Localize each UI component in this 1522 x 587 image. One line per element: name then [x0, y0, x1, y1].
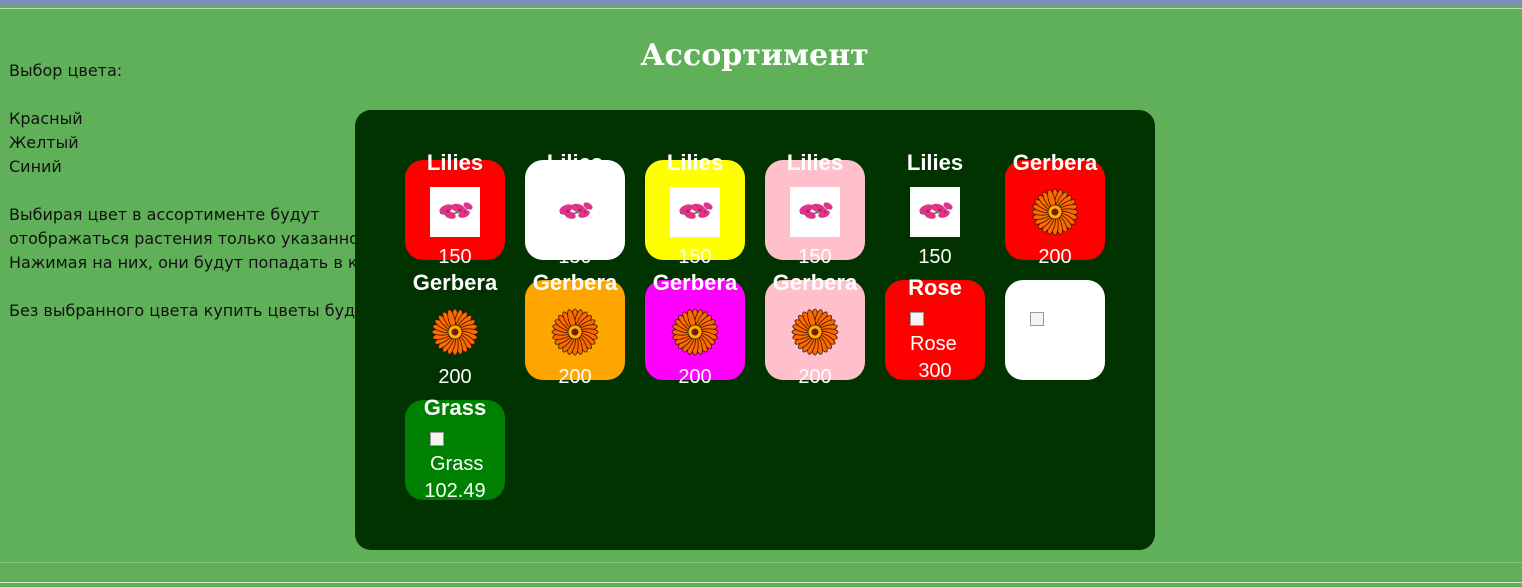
- product-name: Grass: [423, 395, 487, 420]
- lily-image: [430, 187, 480, 237]
- broken-image-icon: Rose: [910, 311, 957, 355]
- product-price: 200: [438, 366, 472, 388]
- product-price: 150: [438, 246, 472, 268]
- page-title: Ассортимент: [640, 38, 869, 73]
- product-name: Lilies: [786, 150, 844, 175]
- product-card-gerbera[interactable]: Gerbera 200: [1005, 150, 1105, 268]
- broken-image-icon: Grass: [430, 431, 483, 475]
- gerbera-image: [1030, 187, 1080, 237]
- gerbera-image: [430, 307, 480, 357]
- lily-image: [670, 187, 720, 237]
- product-card-lilies[interactable]: Lilies 150: [525, 150, 625, 268]
- product-card-lilies[interactable]: Lilies 150: [645, 150, 745, 268]
- product-card-lilies[interactable]: Lilies 150: [765, 150, 865, 268]
- product-card-rose[interactable]: Rose Rose 300: [885, 275, 985, 382]
- product-price: 102.49: [424, 480, 486, 502]
- product-price: 300: [918, 360, 952, 382]
- product-name: Gerbera: [412, 270, 498, 295]
- product-name: Rose: [908, 275, 962, 300]
- gerbera-image: [550, 307, 600, 357]
- broken-image-placeholder-icon: [430, 432, 444, 446]
- product-price: 200: [798, 366, 832, 388]
- lily-image: [550, 187, 600, 237]
- product-card-lilies[interactable]: Lilies 150: [885, 150, 985, 268]
- product-card-lilies[interactable]: Lilies 150: [405, 150, 505, 268]
- product-price: 150: [558, 246, 592, 268]
- product-card-unnamed[interactable]: [1005, 280, 1105, 380]
- top-divider: [0, 8, 1522, 9]
- product-price: 150: [798, 246, 832, 268]
- product-card-gerbera[interactable]: Gerbera 200: [405, 270, 505, 388]
- broken-image-icon: [1030, 311, 1044, 333]
- product-price: 150: [678, 246, 712, 268]
- product-card-gerbera[interactable]: Gerbera 200: [765, 270, 865, 388]
- product-price: 200: [1038, 246, 1072, 268]
- image-alt-text: Grass: [430, 453, 484, 475]
- top-strip: [0, 0, 1522, 6]
- lily-image: [910, 187, 960, 237]
- assortment-panel: Lilies 150 Lilies 150 Lilies 150 Lilies 150 Lili…: [355, 110, 1155, 550]
- broken-image-placeholder-icon: [910, 312, 924, 326]
- product-name: Gerbera: [772, 270, 858, 295]
- gerbera-image: [790, 307, 840, 357]
- product-name: Lilies: [426, 150, 484, 175]
- product-name: Lilies: [906, 150, 964, 175]
- broken-image-placeholder-icon: [1030, 312, 1044, 326]
- gerbera-image: [670, 307, 720, 357]
- product-name: Gerbera: [652, 270, 738, 295]
- lily-image: [790, 187, 840, 237]
- product-name: Lilies: [666, 150, 724, 175]
- product-card-gerbera[interactable]: Gerbera 200: [645, 270, 745, 388]
- product-card-grass[interactable]: Grass Grass 102.49: [405, 395, 505, 502]
- bottom-divider: [0, 562, 1522, 563]
- product-name: Gerbera: [1012, 150, 1098, 175]
- bottom-divider-2: [0, 582, 1522, 583]
- product-price: 200: [678, 366, 712, 388]
- product-name: Gerbera: [532, 270, 618, 295]
- product-card-gerbera[interactable]: Gerbera 200: [525, 270, 625, 388]
- product-name: Lilies: [546, 150, 604, 175]
- product-price: 200: [558, 366, 592, 388]
- product-price: 150: [918, 246, 952, 268]
- image-alt-text: Rose: [910, 333, 957, 355]
